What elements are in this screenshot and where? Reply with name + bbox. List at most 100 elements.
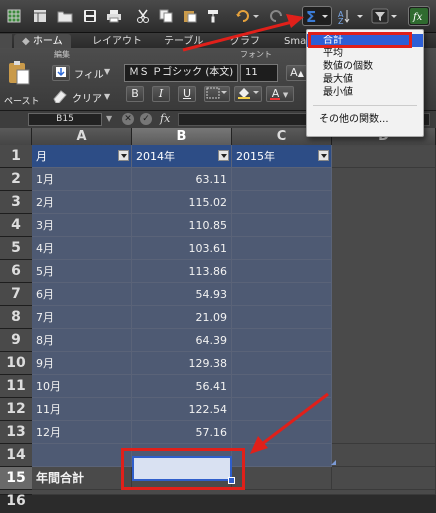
menu-item-min[interactable]: 最小値 xyxy=(307,86,423,99)
row-header[interactable]: 12 xyxy=(0,398,32,421)
row-header[interactable]: 7 xyxy=(0,283,32,306)
value-2015-cell[interactable] xyxy=(232,283,332,306)
font-size-select[interactable]: 11 xyxy=(240,64,278,82)
row-header[interactable]: 3 xyxy=(0,191,32,214)
fill-dropdown-icon[interactable]: ▼ xyxy=(104,67,110,76)
row-header[interactable]: 9 xyxy=(0,329,32,352)
month-cell[interactable]: 6月 xyxy=(32,283,132,306)
tab-charts[interactable]: グラフ xyxy=(230,34,260,49)
tab-layout[interactable]: レイアウト xyxy=(92,34,142,49)
value-2014-cell[interactable]: 21.09 xyxy=(132,306,232,329)
value-2015-cell[interactable] xyxy=(232,329,332,352)
bold-button[interactable]: B xyxy=(126,86,144,102)
name-box-dropdown-icon[interactable]: ▼ xyxy=(106,114,112,123)
row-header[interactable]: 16 xyxy=(0,490,32,509)
table-header-cell[interactable]: 2014年 xyxy=(132,145,232,168)
tab-tables[interactable]: テーブル xyxy=(164,34,203,49)
table-header-cell[interactable]: 月 xyxy=(32,145,132,168)
cell[interactable] xyxy=(232,444,332,467)
value-2014-cell[interactable]: 63.11 xyxy=(132,168,232,191)
row-header[interactable]: 14 xyxy=(0,444,32,467)
cell[interactable] xyxy=(332,145,436,168)
paste-icon[interactable] xyxy=(180,6,200,26)
value-2015-cell[interactable] xyxy=(232,260,332,283)
row-header[interactable]: 10 xyxy=(0,352,32,375)
row-header[interactable]: 15 xyxy=(0,467,32,490)
cancel-icon[interactable]: ✕ xyxy=(122,113,134,125)
month-cell[interactable]: 12月 xyxy=(32,421,132,444)
grid-icon[interactable] xyxy=(4,6,24,26)
value-2015-cell[interactable] xyxy=(232,237,332,260)
cell[interactable] xyxy=(32,444,132,467)
month-cell[interactable]: 8月 xyxy=(32,329,132,352)
row-header[interactable]: 6 xyxy=(0,260,32,283)
template-icon[interactable] xyxy=(30,6,50,26)
value-2014-cell[interactable]: 103.61 xyxy=(132,237,232,260)
cell[interactable] xyxy=(232,467,332,490)
formula-builder-icon[interactable]: fx xyxy=(408,6,430,26)
select-all-corner[interactable] xyxy=(0,128,32,145)
font-color-button[interactable]: A ▼ xyxy=(266,86,294,102)
value-2014-cell[interactable]: 113.86 xyxy=(132,260,232,283)
month-cell[interactable]: 7月 xyxy=(32,306,132,329)
sort-icon[interactable]: AZ xyxy=(336,6,366,26)
table-resize-handle-icon[interactable] xyxy=(326,460,336,465)
value-2014-cell[interactable]: 54.93 xyxy=(132,283,232,306)
value-2014-cell[interactable]: 57.16 xyxy=(132,421,232,444)
copy-icon[interactable] xyxy=(156,6,176,26)
value-2015-cell[interactable] xyxy=(232,375,332,398)
value-2014-cell[interactable]: 56.41 xyxy=(132,375,232,398)
value-2015-cell[interactable] xyxy=(232,191,332,214)
menu-item-average[interactable]: 平均 xyxy=(307,47,423,60)
column-header-b[interactable]: B xyxy=(132,128,232,145)
tab-collapse[interactable] xyxy=(0,34,12,49)
row-header[interactable]: 11 xyxy=(0,375,32,398)
value-2015-cell[interactable] xyxy=(232,352,332,375)
name-box[interactable]: B15 xyxy=(28,113,102,126)
underline-button[interactable]: U xyxy=(178,86,196,102)
eraser-icon[interactable] xyxy=(52,89,68,104)
autosum-icon[interactable]: Σ xyxy=(302,6,332,26)
month-cell[interactable]: 5月 xyxy=(32,260,132,283)
row-header[interactable]: 2 xyxy=(0,168,32,191)
column-d-area[interactable] xyxy=(332,168,436,444)
print-icon[interactable] xyxy=(104,6,124,26)
save-icon[interactable] xyxy=(80,6,100,26)
fill-button[interactable]: フィル xyxy=(74,66,104,81)
table-header-cell[interactable]: 2015年 xyxy=(232,145,332,168)
cell[interactable] xyxy=(332,444,436,467)
value-2014-cell[interactable]: 110.85 xyxy=(132,214,232,237)
fill-icon[interactable] xyxy=(52,65,70,81)
value-2014-cell[interactable]: 115.02 xyxy=(132,191,232,214)
filter-icon[interactable] xyxy=(370,6,400,26)
cut-icon[interactable] xyxy=(133,6,153,26)
month-cell[interactable]: 1月 xyxy=(32,168,132,191)
menu-item-more-functions[interactable]: その他の関数... xyxy=(307,113,423,126)
value-2014-cell[interactable]: 122.54 xyxy=(132,398,232,421)
paste-big-icon[interactable] xyxy=(6,60,32,86)
enter-icon[interactable]: ✓ xyxy=(140,113,152,125)
paste-label[interactable]: ペースト xyxy=(4,94,40,107)
value-2015-cell[interactable] xyxy=(232,168,332,191)
row-header[interactable]: 13 xyxy=(0,421,32,444)
total-label-cell[interactable]: 年間合計 xyxy=(32,467,132,490)
row-16-cells[interactable] xyxy=(32,490,436,495)
row-header[interactable]: 4 xyxy=(0,214,32,237)
row-header[interactable]: 1 xyxy=(0,145,32,168)
grow-font-button[interactable]: A▲ xyxy=(286,65,308,81)
row-header[interactable]: 5 xyxy=(0,237,32,260)
column-header-a[interactable]: A xyxy=(32,128,132,145)
value-2014-cell[interactable]: 129.38 xyxy=(132,352,232,375)
open-folder-icon[interactable] xyxy=(55,6,75,26)
value-2015-cell[interactable] xyxy=(232,421,332,444)
value-2015-cell[interactable] xyxy=(232,214,332,237)
month-cell[interactable]: 3月 xyxy=(32,214,132,237)
cell[interactable] xyxy=(332,467,436,490)
font-name-select[interactable]: ＭＳ Ｐゴシック (本文) xyxy=(124,64,238,82)
fill-color-button[interactable] xyxy=(234,86,262,102)
undo-icon[interactable] xyxy=(234,6,260,26)
clear-button[interactable]: クリア xyxy=(72,90,102,105)
menu-item-max[interactable]: 最大値 xyxy=(307,73,423,86)
value-2015-cell[interactable] xyxy=(232,398,332,421)
menu-item-count[interactable]: 数値の個数 xyxy=(307,60,423,73)
